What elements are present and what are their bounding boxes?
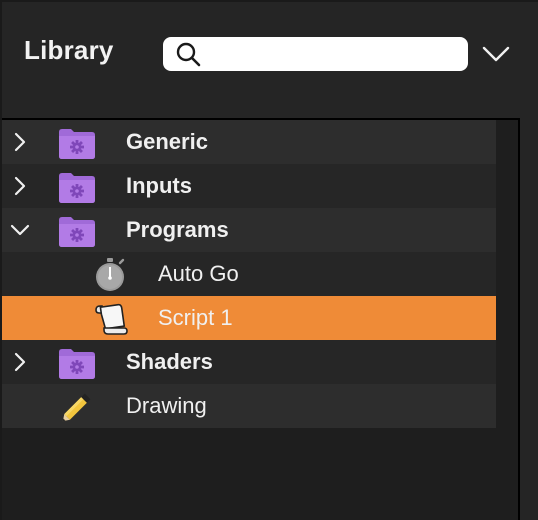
folder-gear-icon [57,126,97,160]
tree-row-label: Generic [126,129,208,154]
tree-row-inputs[interactable]: Inputs [2,164,496,208]
pencil-icon [57,390,97,424]
tree-row-label: Shaders [126,349,213,374]
tree-row-label: Programs [126,217,229,242]
library-panel: Library Generic Inputs Programs Auto Go Scri… [0,0,538,520]
tree-row-drawing[interactable]: Drawing [2,384,496,428]
script-scroll-icon [90,302,130,336]
panel-top-border [0,0,538,2]
chevron-right-icon[interactable] [10,174,30,198]
chevron-right-icon[interactable] [10,130,30,154]
chevron-down-icon[interactable] [10,218,30,242]
tree-row-programs[interactable]: Programs [2,208,496,252]
tree-row-label: Inputs [126,173,192,198]
search-icon [176,42,201,67]
scroll-gutter[interactable] [496,120,518,520]
folder-gear-icon [57,170,97,204]
tree-row-generic[interactable]: Generic [2,120,496,164]
search-box[interactable] [163,37,468,71]
tree-row-shaders[interactable]: Shaders [2,340,496,384]
chevron-right-icon[interactable] [10,350,30,374]
library-tree: Generic Inputs Programs Auto Go Script 1 Shad… [2,118,520,520]
stopwatch-icon [90,258,130,292]
library-title: Library [24,35,114,65]
tree-row-label: Auto Go [158,261,239,286]
tree-row-label: Script 1 [158,305,233,330]
folder-gear-icon [57,214,97,248]
tree-row-auto-go[interactable]: Auto Go [2,252,496,296]
tree-row-script-1[interactable]: Script 1 [2,296,496,340]
chevron-down-icon[interactable] [480,40,512,68]
folder-gear-icon [57,346,97,380]
search-input[interactable] [207,40,463,70]
tree-row-label: Drawing [126,393,207,418]
tree-rows: Generic Inputs Programs Auto Go Script 1 Shad… [2,120,496,428]
